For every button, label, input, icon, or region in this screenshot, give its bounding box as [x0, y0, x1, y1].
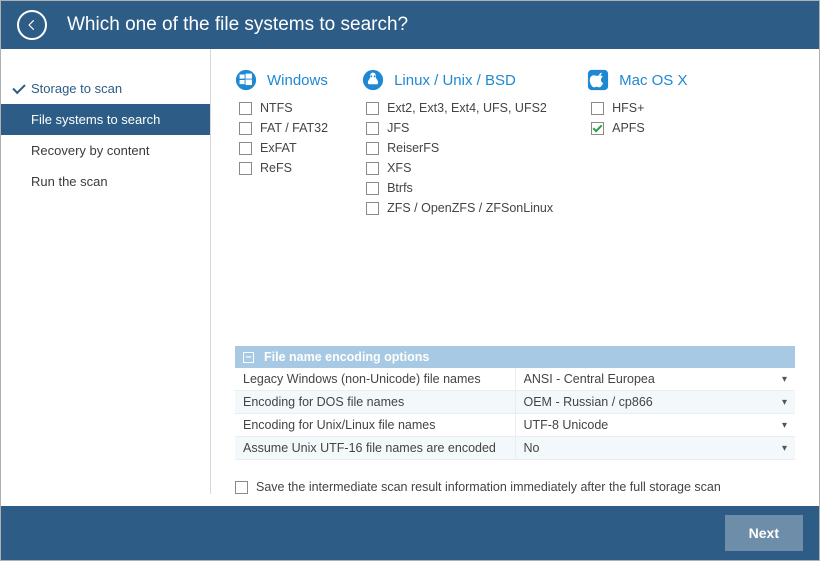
checkbox-label: APFS	[612, 121, 645, 135]
checkbox-apfs[interactable]: APFS	[591, 121, 687, 135]
checkbox-label: Ext2, Ext3, Ext4, UFS, UFS2	[387, 101, 547, 115]
step-file-systems[interactable]: File systems to search	[1, 104, 210, 135]
checkbox-hfs[interactable]: HFS+	[591, 101, 687, 115]
encoding-label: Encoding for Unix/Linux file names	[235, 414, 515, 436]
encoding-value: UTF-8 Unicode	[524, 418, 609, 432]
header-bar: Which one of the file systems to search?	[1, 1, 819, 49]
checkbox-label: ReiserFS	[387, 141, 439, 155]
checkbox-box	[366, 102, 379, 115]
chevron-down-icon: ▾	[782, 374, 787, 385]
step-recovery-by-content[interactable]: Recovery by content	[1, 135, 210, 166]
heading-windows: Windows	[235, 69, 328, 91]
encoding-row-utf16: Assume Unix UTF-16 file names are encode…	[235, 437, 795, 460]
checkbox-label: JFS	[387, 121, 409, 135]
heading-label: Windows	[267, 72, 328, 89]
body: Storage to scan File systems to search R…	[1, 49, 819, 506]
collapse-icon: –	[243, 352, 254, 363]
checkbox-refs[interactable]: ReFS	[239, 161, 328, 175]
step-label: Storage to scan	[31, 81, 122, 96]
checkbox-box	[366, 122, 379, 135]
heading-label: Linux / Unix / BSD	[394, 72, 516, 89]
filesystem-columns: Windows NTFS FAT / FAT32 ExFAT ReFS	[235, 69, 795, 215]
checkbox-btrfs[interactable]: Btrfs	[366, 181, 553, 195]
encoding-row-unix: Encoding for Unix/Linux file names UTF-8…	[235, 414, 795, 437]
encoding-header[interactable]: – File name encoding options	[235, 346, 795, 368]
next-button[interactable]: Next	[725, 515, 803, 551]
arrow-left-icon	[25, 18, 39, 32]
footer-bar: Next	[1, 506, 819, 560]
checkbox-label: ExFAT	[260, 141, 297, 155]
checkbox-label: ReFS	[260, 161, 292, 175]
checkbox-fat[interactable]: FAT / FAT32	[239, 121, 328, 135]
column-mac: Mac OS X HFS+ APFS	[587, 69, 687, 215]
page-title: Which one of the file systems to search?	[67, 14, 408, 36]
step-run-the-scan[interactable]: Run the scan	[1, 166, 210, 197]
step-label: Recovery by content	[31, 143, 150, 158]
checkbox-label: ZFS / OpenZFS / ZFSonLinux	[387, 201, 553, 215]
checkbox-box	[366, 202, 379, 215]
checkbox-label: Save the intermediate scan result inform…	[256, 480, 721, 494]
encoding-panel: – File name encoding options Legacy Wind…	[235, 346, 795, 460]
checkbox-label: XFS	[387, 161, 411, 175]
encoding-select-unix[interactable]: UTF-8 Unicode ▾	[515, 414, 796, 436]
chevron-down-icon: ▾	[782, 443, 787, 454]
windows-icon	[235, 69, 257, 91]
heading-linux: Linux / Unix / BSD	[362, 69, 553, 91]
column-linux: Linux / Unix / BSD Ext2, Ext3, Ext4, UFS…	[362, 69, 553, 215]
main-panel: Windows NTFS FAT / FAT32 ExFAT ReFS	[211, 49, 819, 506]
checkbox-reiserfs[interactable]: ReiserFS	[366, 141, 553, 155]
heading-label: Mac OS X	[619, 72, 687, 89]
encoding-heading: File name encoding options	[264, 350, 429, 364]
encoding-select-dos[interactable]: OEM - Russian / cp866 ▾	[515, 391, 796, 413]
encoding-select-legacy-windows[interactable]: ANSI - Central Europea ▾	[515, 368, 796, 390]
chevron-down-icon: ▾	[782, 397, 787, 408]
checkbox-xfs[interactable]: XFS	[366, 161, 553, 175]
sidebar: Storage to scan File systems to search R…	[1, 49, 211, 494]
encoding-label: Encoding for DOS file names	[235, 391, 515, 413]
checkbox-label: FAT / FAT32	[260, 121, 328, 135]
encoding-value: No	[524, 441, 540, 455]
encoding-value: ANSI - Central Europea	[524, 372, 655, 386]
checkbox-jfs[interactable]: JFS	[366, 121, 553, 135]
encoding-value: OEM - Russian / cp866	[524, 395, 653, 409]
linux-icon	[362, 69, 384, 91]
checkbox-box	[366, 182, 379, 195]
checkbox-box	[591, 102, 604, 115]
chevron-down-icon: ▾	[782, 420, 787, 431]
mac-icon	[587, 69, 609, 91]
checkbox-box	[366, 162, 379, 175]
checkbox-box	[366, 142, 379, 155]
list-linux: Ext2, Ext3, Ext4, UFS, UFS2 JFS ReiserFS…	[362, 101, 553, 215]
heading-mac: Mac OS X	[587, 69, 687, 91]
list-mac: HFS+ APFS	[587, 101, 687, 135]
checkbox-label: HFS+	[612, 101, 644, 115]
checkbox-zfs[interactable]: ZFS / OpenZFS / ZFSonLinux	[366, 201, 553, 215]
checkbox-box	[239, 162, 252, 175]
checkbox-label: NTFS	[260, 101, 293, 115]
checkbox-box	[235, 481, 248, 494]
checkbox-label: Btrfs	[387, 181, 413, 195]
step-storage-to-scan[interactable]: Storage to scan	[1, 73, 210, 104]
encoding-label: Assume Unix UTF-16 file names are encode…	[235, 437, 515, 459]
encoding-label: Legacy Windows (non-Unicode) file names	[235, 368, 515, 390]
checkbox-box	[591, 122, 604, 135]
save-intermediate-row: Save the intermediate scan result inform…	[235, 480, 795, 494]
checkbox-ntfs[interactable]: NTFS	[239, 101, 328, 115]
checkbox-ext[interactable]: Ext2, Ext3, Ext4, UFS, UFS2	[366, 101, 553, 115]
checkbox-box	[239, 142, 252, 155]
wizard-window: Which one of the file systems to search?…	[0, 0, 820, 561]
checkbox-exfat[interactable]: ExFAT	[239, 141, 328, 155]
encoding-row-dos: Encoding for DOS file names OEM - Russia…	[235, 391, 795, 414]
back-button[interactable]	[17, 10, 47, 40]
column-windows: Windows NTFS FAT / FAT32 ExFAT ReFS	[235, 69, 328, 215]
checkbox-save-intermediate[interactable]: Save the intermediate scan result inform…	[235, 480, 795, 494]
step-label: File systems to search	[31, 112, 160, 127]
checkbox-box	[239, 122, 252, 135]
list-windows: NTFS FAT / FAT32 ExFAT ReFS	[235, 101, 328, 175]
encoding-select-utf16[interactable]: No ▾	[515, 437, 796, 459]
encoding-row-legacy-windows: Legacy Windows (non-Unicode) file names …	[235, 368, 795, 391]
step-label: Run the scan	[31, 174, 108, 189]
checkbox-box	[239, 102, 252, 115]
